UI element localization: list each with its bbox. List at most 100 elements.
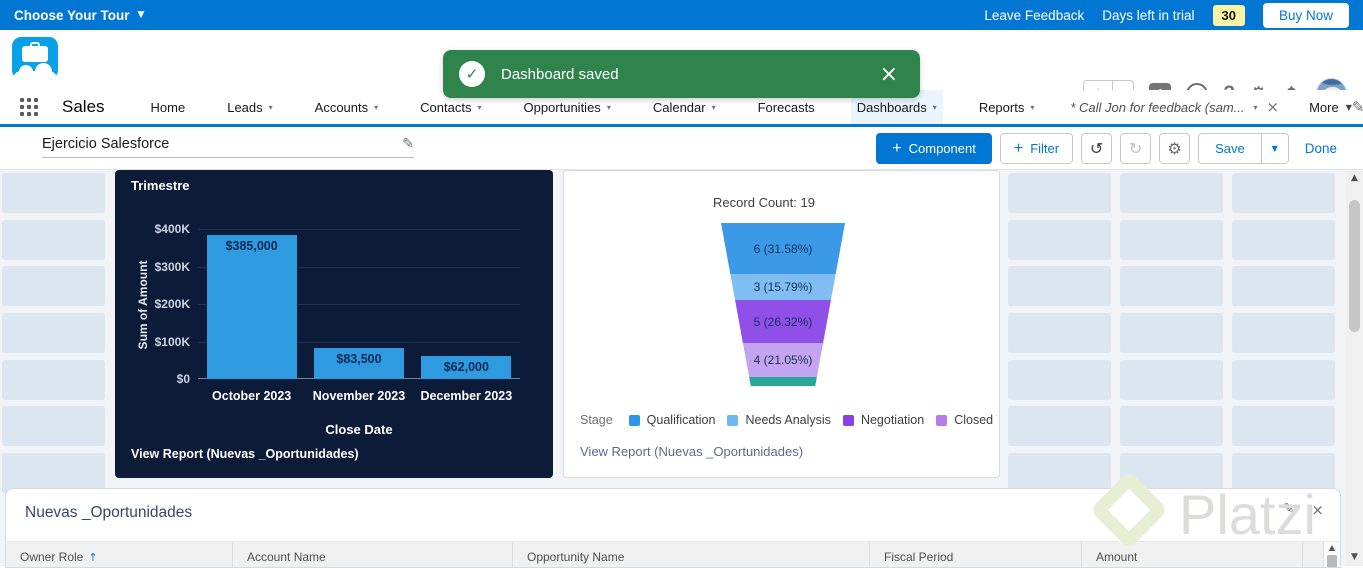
grid-placeholder-tile	[1232, 360, 1335, 400]
chevron-down-icon[interactable]: ▾	[1254, 103, 1258, 112]
legend-label: Needs Analysis	[745, 413, 831, 427]
table-edit-pencil-icon[interactable]: ✎	[1283, 501, 1295, 519]
scrollbar-thumb[interactable]	[1327, 555, 1337, 567]
scroll-down-arrow-icon[interactable]: ▼	[1346, 552, 1363, 562]
days-left-label: Days left in trial	[1102, 7, 1195, 23]
grid-placeholder-tile	[1232, 220, 1335, 260]
funnel-chart-card: Record Count: 19 6 (31.58%) 3 (15.79%) 5 (…	[563, 170, 1000, 478]
grid-placeholder-tile	[1232, 453, 1335, 493]
nav-item-home[interactable]: Home	[145, 90, 192, 124]
trial-bar: Choose Your Tour ▼ Leave Feedback Days l…	[0, 0, 1363, 30]
temp-tab-call-jon[interactable]: * Call Jon for feedback (sam... ▾ ×	[1070, 98, 1279, 116]
funnel-segment-4: 4 (21.05%)	[721, 343, 845, 378]
scrollbar-thumb[interactable]	[1349, 200, 1360, 332]
bar-value-label: $385,000	[225, 238, 278, 253]
legend-swatch-icon	[842, 414, 854, 426]
legend-swatch-icon	[628, 414, 640, 426]
dropdown-icon: ▼	[1271, 144, 1278, 153]
funnel-legend: Stage Qualification Needs Analysis Negotia…	[580, 413, 997, 427]
bar-november-2023: $83,500	[314, 347, 404, 379]
funnel-segment-label: 4 (21.05%)	[753, 353, 813, 368]
nav-edit-pencil-icon[interactable]: ✎	[1352, 98, 1363, 116]
y-axis-tick-label: $200K	[154, 297, 190, 311]
legend-label: Qualification	[646, 413, 716, 427]
column-header-label: Account Name	[247, 550, 326, 564]
table-header-row: Owner Role ↑ Account Name Opportunity Name F…	[6, 541, 1340, 567]
title-edit-pencil-icon[interactable]: ✎	[402, 136, 414, 152]
page-vertical-scrollbar[interactable]: ▲ ▼	[1346, 170, 1363, 566]
save-button[interactable]: Save	[1198, 133, 1262, 164]
grid-placeholder-tile	[2, 313, 105, 353]
bar-chart-title: Trimestre	[131, 178, 190, 193]
nav-item-leads[interactable]: Leads ▾	[221, 90, 278, 124]
nav-item-accounts[interactable]: Accounts ▾	[309, 90, 385, 124]
close-icon[interactable]: ×	[1267, 98, 1280, 116]
nav-item-label: Forecasts	[757, 99, 815, 115]
scroll-up-arrow-icon[interactable]: ▲	[1346, 173, 1363, 183]
nav-more-button[interactable]: More ▼	[1309, 100, 1352, 115]
grid-placeholder-tile	[1120, 360, 1223, 400]
leave-feedback-link[interactable]: Leave Feedback	[984, 8, 1084, 23]
done-button[interactable]: Done	[1296, 133, 1345, 164]
y-axis-tick-label: $100K	[154, 334, 190, 349]
grid-placeholder-tile	[1232, 266, 1335, 306]
table-close-icon[interactable]: ×	[1311, 501, 1324, 519]
grid-placeholder-tile	[1008, 406, 1111, 446]
redo-button[interactable]: ↻	[1120, 133, 1152, 164]
grid-placeholder-tile	[1232, 173, 1335, 213]
column-header-fiscal-period[interactable]: Fiscal Period	[870, 542, 1082, 567]
bar-value-label: $62,000	[443, 359, 489, 374]
temp-tab-label: * Call Jon for feedback (sam...	[1070, 99, 1245, 115]
legend-label: Closed Won	[954, 413, 997, 427]
nav-item-label: Accounts	[314, 99, 369, 115]
toast-dashboard-saved: ✓ Dashboard saved ×	[443, 50, 920, 98]
scroll-up-arrow-icon[interactable]: ▲	[1324, 543, 1340, 552]
report-table-title: Nuevas _Oportunidades	[25, 504, 193, 521]
toast-close-icon[interactable]: ×	[874, 62, 904, 87]
app-launcher-icon[interactable]	[20, 98, 38, 116]
add-filter-button[interactable]: + Filter	[999, 133, 1074, 164]
grid-placeholder-tile	[2, 453, 105, 493]
grid-placeholder-tile	[2, 173, 105, 213]
column-header-opportunity-name[interactable]: Opportunity Name	[513, 542, 870, 567]
column-header-owner-role[interactable]: Owner Role ↑	[6, 542, 233, 567]
dashboard-properties-button[interactable]: ⚙	[1159, 133, 1191, 164]
funnel-view-report-link[interactable]: View Report (Nuevas _Oportunidades)	[580, 444, 803, 459]
column-header-amount[interactable]: Amount	[1082, 542, 1303, 567]
funnel-segment-label: 3 (15.79%)	[753, 280, 813, 295]
funnel-legend-items: Qualification Needs Analysis Negotiation Cl…	[628, 413, 997, 427]
add-component-button[interactable]: + Component	[876, 133, 992, 164]
column-header-label: Amount	[1096, 550, 1138, 564]
column-header-account-name[interactable]: Account Name	[233, 542, 513, 567]
save-dropdown-button[interactable]: ▼	[1260, 133, 1289, 164]
chevron-down-icon: ▾	[477, 102, 482, 112]
choose-your-tour-label: Choose Your Tour	[14, 7, 130, 23]
nav-item-label: Home	[150, 99, 186, 115]
legend-item-needs-analysis: Needs Analysis	[727, 413, 831, 427]
column-header-label: Opportunity Name	[527, 550, 625, 564]
choose-your-tour-button[interactable]: Choose Your Tour ▼	[14, 8, 144, 23]
chevron-down-icon: ▾	[606, 102, 611, 112]
grid-placeholder-tile	[2, 406, 105, 446]
undo-button[interactable]: ↺	[1081, 133, 1113, 164]
column-header-label: Fiscal Period	[884, 550, 954, 564]
dashboard-title-field[interactable]: Ejercicio Salesforce ✎	[42, 136, 414, 158]
bar-chart-x-axis-label: Close Date	[325, 422, 393, 437]
dashboard-toolbar: Ejercicio Salesforce ✎ + Component + Fil…	[0, 127, 1363, 170]
grid-placeholder-tile	[1232, 406, 1335, 446]
salesforce-logo	[12, 37, 58, 79]
buy-now-button[interactable]: Buy Now	[1262, 2, 1349, 28]
app-name[interactable]: Sales	[62, 97, 105, 117]
grid-placeholder-tile	[2, 220, 105, 260]
bar-chart-view-report-link[interactable]: View Report (Nuevas _Oportunidades)	[131, 447, 359, 461]
nav-item-reports[interactable]: Reports ▾	[973, 90, 1041, 124]
legend-label: Negotiation	[860, 413, 925, 427]
table-vertical-scrollbar[interactable]: ▲	[1323, 542, 1340, 567]
nav-item-label: Dashboards	[856, 99, 927, 115]
grid-placeholder-tile	[1008, 220, 1111, 260]
dropdown-icon: ▼	[137, 10, 145, 20]
bar-plot: $400K $300K $200K $100K $0 $385,000 October 20…	[155, 222, 520, 403]
plus-icon: +	[892, 139, 902, 157]
toast-message: Dashboard saved	[501, 65, 619, 83]
funnel-segment-5	[721, 377, 845, 386]
